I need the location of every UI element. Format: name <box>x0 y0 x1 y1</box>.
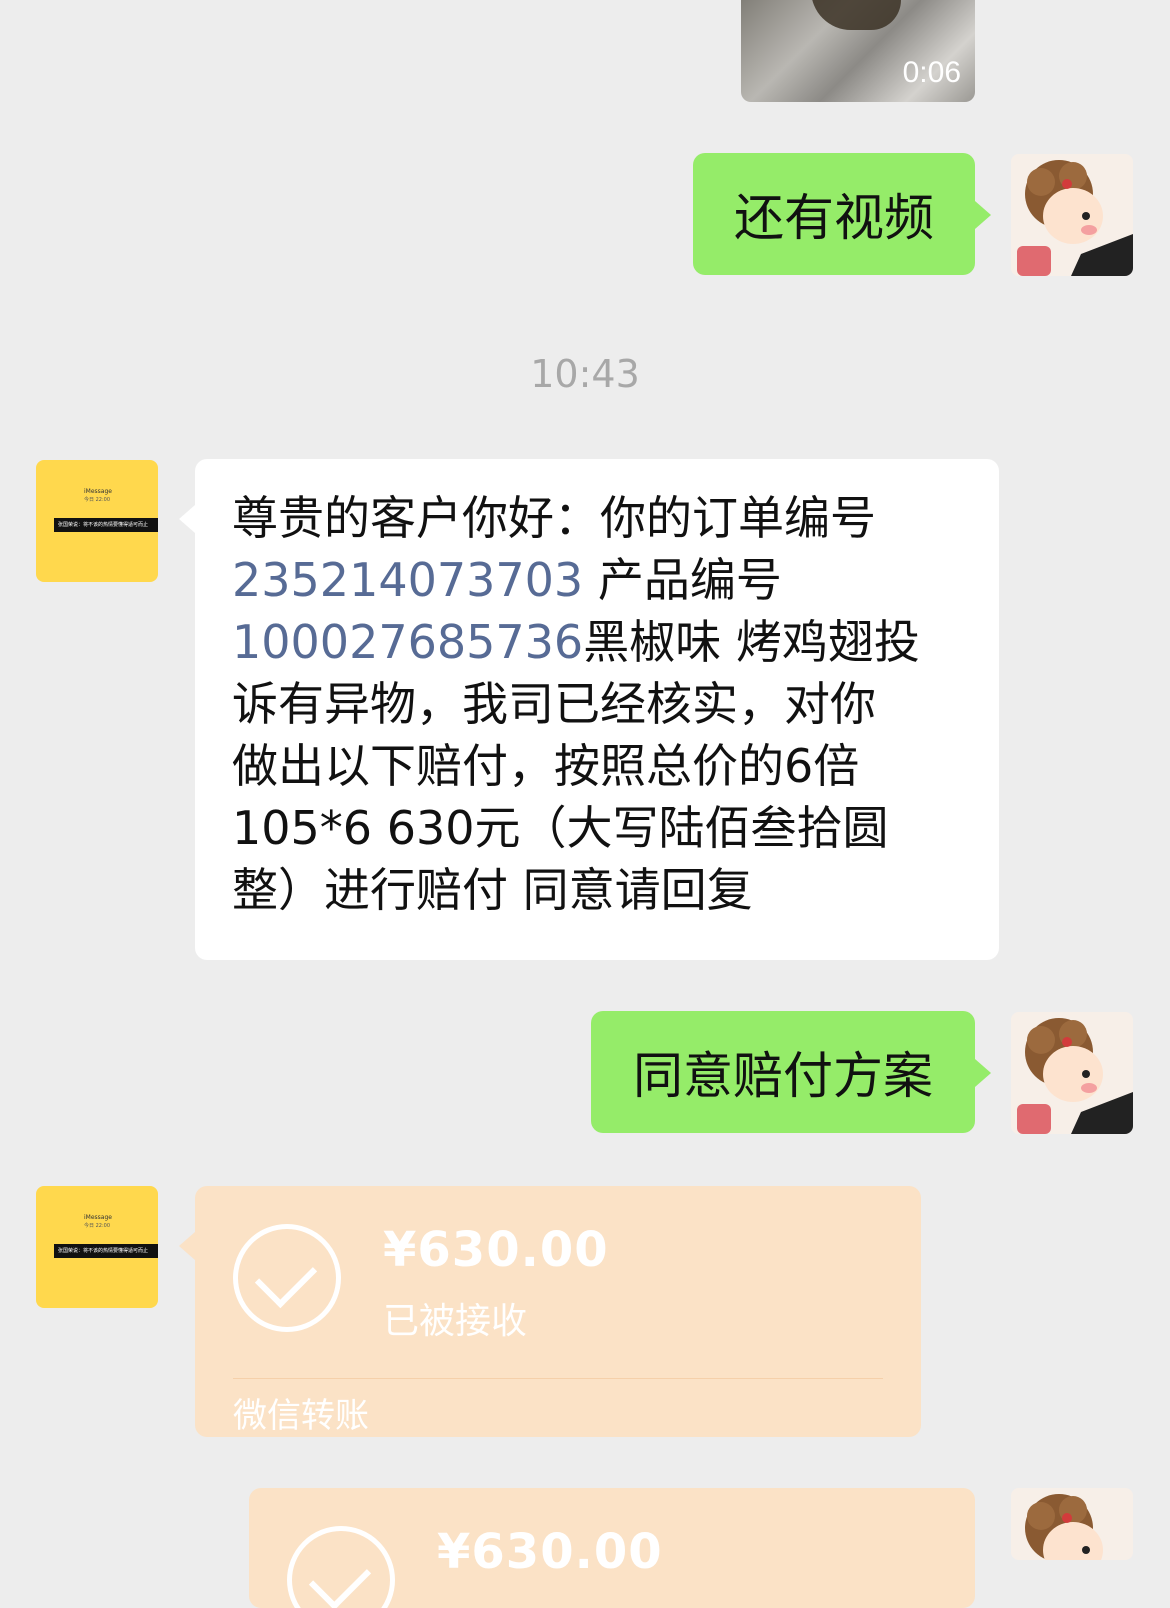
avatar-app-title: iMessage <box>84 1214 112 1221</box>
video-dark-patch <box>811 0 901 30</box>
avatar-girl-icon <box>1011 1012 1133 1134</box>
contact-avatar[interactable]: iMessage 今日 22:00 张国荣说：将不该的热情要懂得适可而止 <box>36 460 158 582</box>
message-line: 尊贵的客户你好：你的订单编号 <box>232 491 876 545</box>
outgoing-message-bubble[interactable]: 同意赔付方案 <box>591 1011 991 1133</box>
outgoing-message-bubble[interactable]: 还有视频 <box>693 153 991 275</box>
chat-timestamp: 10:43 <box>530 352 640 396</box>
transfer-divider <box>233 1378 883 1379</box>
message-line: 诉有异物，我司已经核实，对你 <box>232 677 876 731</box>
avatar-app-line: 今日 22:00 <box>84 1223 110 1229</box>
transfer-card[interactable]: ¥630.00 <box>249 1488 975 1608</box>
message-text: 还有视频 <box>734 189 934 247</box>
check-circle-icon <box>233 1224 341 1332</box>
transfer-amount: ¥630.00 <box>383 1222 609 1278</box>
message-line: 做出以下赔付，按照总价的6倍 <box>232 739 860 793</box>
product-number-link[interactable]: 100027685736 <box>232 615 583 669</box>
video-thumbnail[interactable]: 0:06 <box>741 0 975 102</box>
my-avatar[interactable] <box>1011 154 1133 276</box>
transfer-card[interactable]: ¥630.00 已被接收 微信转账 <box>179 1186 921 1437</box>
incoming-message-bubble[interactable]: 尊贵的客户你好：你的订单编号 235214073703 产品编号 1000276… <box>179 459 999 960</box>
video-duration: 0:06 <box>902 56 961 89</box>
avatar-app-title: iMessage <box>84 488 112 495</box>
order-number-link[interactable]: 235214073703 <box>232 553 583 607</box>
message-text: 同意赔付方案 <box>633 1047 933 1105</box>
message-line: 100027685736黑椒味 烤鸡翅投 <box>232 615 920 669</box>
message-line: 235214073703 产品编号 <box>232 553 782 607</box>
contact-avatar[interactable]: iMessage 今日 22:00 张国荣说：将不该的热情要懂得适可而止 <box>36 1186 158 1308</box>
avatar-girl-icon <box>1011 1488 1133 1560</box>
my-avatar[interactable] <box>1011 1488 1133 1560</box>
message-line: 整）进行赔付 同意请回复 <box>232 863 753 917</box>
transfer-source-label: 微信转账 <box>233 1396 369 1436</box>
message-line: 105*6 630元（大写陆佰叁拾圆 <box>232 801 889 855</box>
avatar-banner: 张国荣说：将不该的热情要懂得适可而止 <box>54 1244 158 1258</box>
avatar-banner: 张国荣说：将不该的热情要懂得适可而止 <box>54 518 158 532</box>
avatar-girl-icon <box>1011 154 1133 276</box>
transfer-amount: ¥630.00 <box>437 1524 663 1580</box>
transfer-status: 已被接收 <box>383 1301 528 1342</box>
my-avatar[interactable] <box>1011 1012 1133 1134</box>
check-circle-icon <box>287 1526 395 1608</box>
avatar-app-line: 今日 22:00 <box>84 497 110 503</box>
